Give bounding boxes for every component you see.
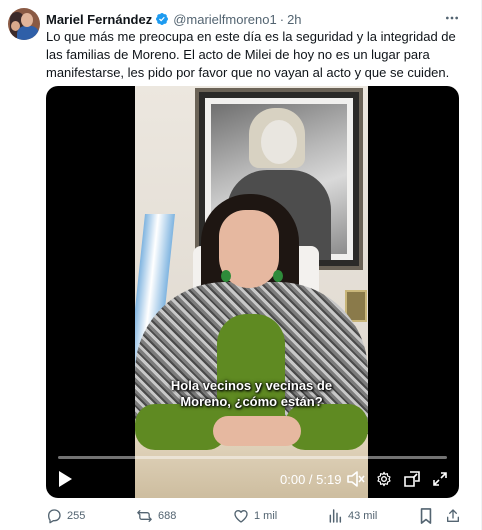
tweet-text: Lo que más me preocupa en este día es la… [46, 29, 456, 80]
share-button[interactable] [445, 506, 466, 526]
views-button[interactable]: 43 mil [327, 506, 377, 526]
avatar[interactable] [8, 8, 40, 40]
settings-button[interactable] [374, 468, 394, 490]
video-timecode: 0:00 / 5:19 [280, 472, 342, 487]
bookmark-button[interactable] [419, 506, 438, 526]
repost-icon [137, 510, 152, 522]
more-icon[interactable] [443, 9, 461, 27]
bookmark-icon [420, 508, 432, 524]
verified-badge-icon [156, 13, 169, 25]
author-handle[interactable]: @marielfmoreno1 [173, 12, 277, 27]
reply-button[interactable]: 255 [46, 506, 85, 526]
picture-in-picture-icon [404, 471, 420, 487]
repost-button[interactable]: 688 [136, 506, 176, 526]
picture-in-picture-button[interactable] [402, 468, 422, 490]
caption-line: Moreno, ¿cómo están? [180, 394, 323, 409]
video-player[interactable]: Hola vecinos y vecinas de Moreno, ¿cómo … [46, 86, 459, 498]
video-frame[interactable] [135, 86, 368, 498]
like-icon [234, 510, 248, 523]
separator: · [279, 11, 285, 27]
settings-icon [377, 471, 391, 487]
like-button[interactable]: 1 mil [233, 506, 277, 526]
play-button[interactable] [54, 468, 76, 490]
reply-icon [48, 509, 61, 524]
volume-button[interactable] [346, 468, 366, 490]
fullscreen-icon [433, 472, 447, 486]
caption-line: Hola vecinos y vecinas de [170, 378, 333, 393]
play-icon [59, 471, 72, 487]
author-name[interactable]: Mariel Fernández [46, 12, 152, 27]
timestamp[interactable]: 2h [287, 12, 301, 27]
video-progress-bar[interactable] [58, 456, 447, 459]
views-icon [329, 509, 342, 523]
reply-count: 255 [67, 510, 86, 522]
repost-count: 688 [158, 510, 177, 522]
views-count: 43 mil [348, 510, 378, 522]
video-caption: Hola vecinos y vecinas de Moreno, ¿cómo … [135, 378, 368, 410]
tweet-actions: 255 688 1 mil 43 mil [46, 506, 466, 526]
tweet[interactable]: Mariel Fernández @marielfmoreno1 · 2h Lo… [0, 0, 482, 530]
share-icon [447, 509, 459, 522]
volume-icon [347, 471, 365, 487]
tweet-header: Mariel Fernández @marielfmoreno1 · 2h [46, 10, 302, 28]
fullscreen-button[interactable] [430, 468, 450, 490]
like-count: 1 mil [254, 510, 278, 522]
